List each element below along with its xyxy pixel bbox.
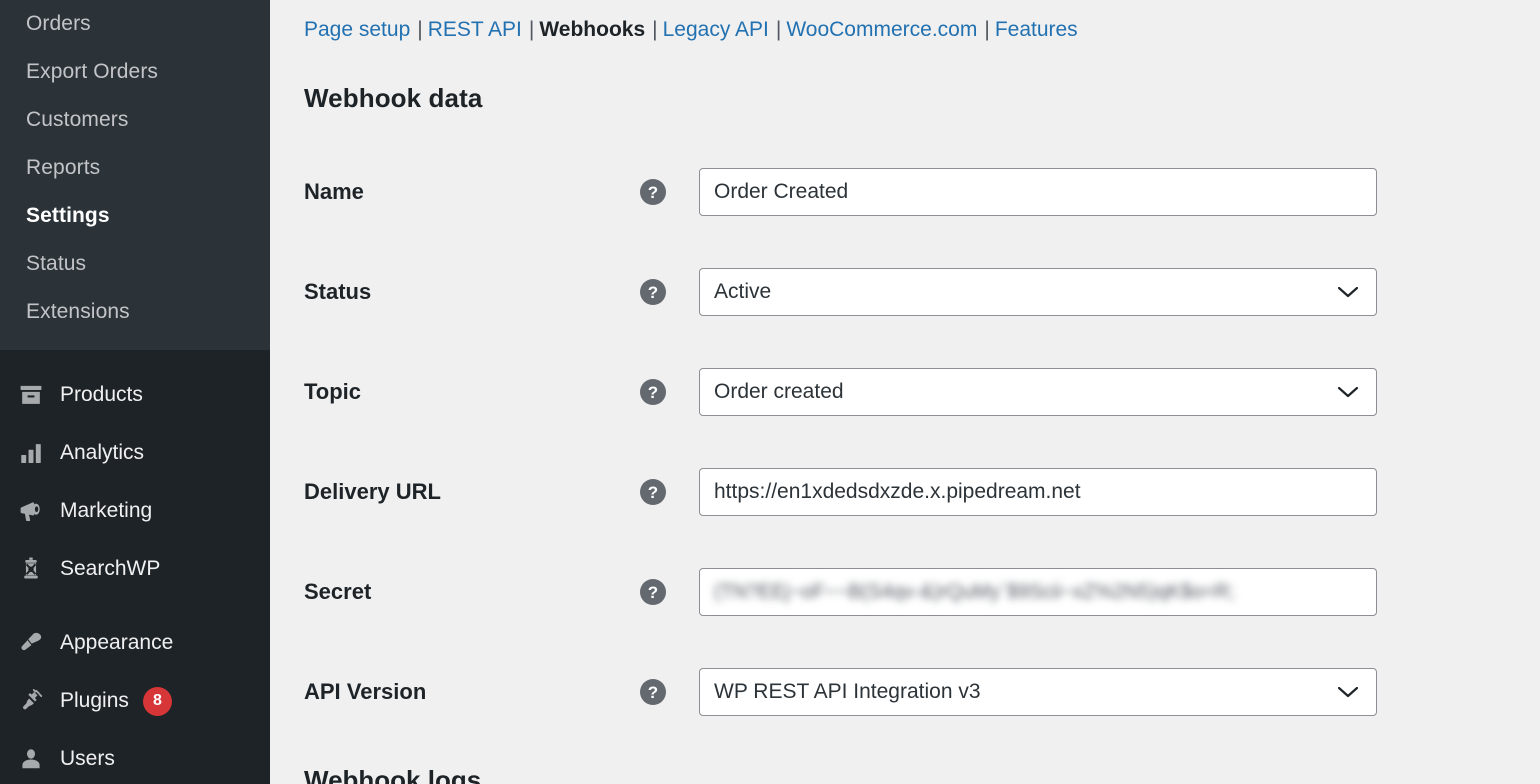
sidebar-item-marketing[interactable]: Marketing	[0, 482, 270, 540]
archive-box-icon	[14, 382, 48, 408]
menu-spacer	[0, 350, 270, 366]
delivery-url-field-wrap: https://en1xdedsdxzde.x.pipedream.net	[699, 468, 1377, 516]
page-title: Webhook data	[304, 83, 1540, 114]
status-label: Status	[270, 279, 636, 305]
topic-select[interactable]: Order created	[699, 368, 1377, 416]
topic-field-wrap: Order created	[699, 368, 1377, 416]
sidebar-item-products[interactable]: Products	[0, 366, 270, 424]
plug-icon	[14, 688, 48, 714]
name-input[interactable]: Order Created	[699, 168, 1377, 216]
help-icon-secret[interactable]: ?	[636, 579, 670, 605]
delivery-url-input[interactable]: https://en1xdedsdxzde.x.pipedream.net	[699, 468, 1377, 516]
sidebar-item-label: Settings	[26, 204, 110, 228]
secret-input[interactable]: (TN?EEj~oF~~B(S4qv-&)rQuMy`$9Scii~xZ%2N5…	[699, 568, 1377, 616]
sidebar-item-label: Customers	[26, 108, 128, 132]
main-content: Page setup|REST API|Webhooks|Legacy API|…	[270, 0, 1540, 784]
subnav-separator: |	[977, 18, 994, 41]
sidebar-item-status[interactable]: Status	[0, 240, 270, 288]
subnav-link-woocommerce-com[interactable]: WooCommerce.com	[786, 18, 977, 41]
help-icon-status[interactable]: ?	[636, 279, 670, 305]
bar-chart-icon	[14, 440, 48, 466]
topic-label: Topic	[270, 379, 636, 405]
paintbrush-icon	[14, 630, 48, 656]
form-row-delivery-url: Delivery URL ? https://en1xdedsdxzde.x.p…	[270, 442, 1540, 542]
status-field-wrap: Active	[699, 268, 1377, 316]
sidebar-item-label: Appearance	[60, 631, 173, 655]
sidebar-item-label: Marketing	[60, 499, 152, 523]
sidebar-item-appearance[interactable]: Appearance	[0, 614, 270, 672]
sidebar-item-label: Reports	[26, 156, 100, 180]
subnav-separator: |	[645, 18, 662, 41]
sidebar-item-label: Extensions	[26, 300, 130, 324]
form-row-name: Name ? Order Created	[270, 142, 1540, 242]
sidebar-item-export-orders[interactable]: Export Orders	[0, 48, 270, 96]
help-icon-api-version[interactable]: ?	[636, 679, 670, 705]
api-version-select[interactable]: WP REST API Integration v3	[699, 668, 1377, 716]
help-icon-delivery-url[interactable]: ?	[636, 479, 670, 505]
admin-sidebar: Orders Export Orders Customers Reports S…	[0, 0, 270, 784]
delivery-url-label: Delivery URL	[270, 479, 636, 505]
megaphone-icon	[14, 498, 48, 524]
name-field-wrap: Order Created	[699, 168, 1377, 216]
lantern-icon	[14, 556, 48, 582]
question-mark-icon: ?	[640, 479, 666, 505]
subnav-link-features[interactable]: Features	[995, 18, 1078, 41]
sidebar-item-label: Users	[60, 747, 115, 771]
woocommerce-submenu: Orders Export Orders Customers Reports S…	[0, 0, 270, 350]
secret-label: Secret	[270, 579, 636, 605]
sidebar-item-label: Orders	[26, 12, 91, 36]
sidebar-item-label: Analytics	[60, 441, 144, 465]
user-icon	[14, 746, 48, 772]
wordpress-admin-screen: Orders Export Orders Customers Reports S…	[0, 0, 1540, 784]
webhook-logs-title: Webhook logs	[304, 765, 481, 784]
question-mark-icon: ?	[640, 679, 666, 705]
help-icon-topic[interactable]: ?	[636, 379, 670, 405]
status-select[interactable]: Active	[699, 268, 1377, 316]
form-row-api-version: API Version ? WP REST API Integration v3	[270, 642, 1540, 742]
sidebar-item-reports[interactable]: Reports	[0, 144, 270, 192]
help-icon-name[interactable]: ?	[636, 179, 670, 205]
subnav-link-page-setup[interactable]: Page setup	[304, 18, 410, 41]
name-label: Name	[270, 179, 636, 205]
question-mark-icon: ?	[640, 179, 666, 205]
sidebar-item-searchwp[interactable]: SearchWP	[0, 540, 270, 598]
api-version-label: API Version	[270, 679, 636, 705]
sidebar-item-orders[interactable]: Orders	[0, 0, 270, 48]
sidebar-item-label: Status	[26, 252, 86, 276]
form-row-secret: Secret ? (TN?EEj~oF~~B(S4qv-&)rQuMy`$9Sc…	[270, 542, 1540, 642]
sidebar-item-label: Plugins	[60, 689, 129, 713]
sidebar-item-customers[interactable]: Customers	[0, 96, 270, 144]
question-mark-icon: ?	[640, 279, 666, 305]
subnav-separator: |	[522, 18, 539, 41]
sidebar-item-extensions[interactable]: Extensions	[0, 288, 270, 336]
subnav-link-rest-api[interactable]: REST API	[428, 18, 522, 41]
subnav-separator: |	[410, 18, 427, 41]
subnav-link-legacy-api[interactable]: Legacy API	[663, 18, 769, 41]
form-row-status: Status ? Active	[270, 242, 1540, 342]
sidebar-item-label: Export Orders	[26, 60, 158, 84]
subnav-separator: |	[769, 18, 786, 41]
subnav-link-webhooks[interactable]: Webhooks	[539, 18, 645, 41]
question-mark-icon: ?	[640, 379, 666, 405]
menu-spacer	[0, 598, 270, 614]
settings-subnav: Page setup|REST API|Webhooks|Legacy API|…	[270, 0, 1540, 43]
sidebar-item-label: Products	[60, 383, 143, 407]
api-version-field-wrap: WP REST API Integration v3	[699, 668, 1377, 716]
sidebar-item-users[interactable]: Users	[0, 730, 270, 784]
sidebar-item-analytics[interactable]: Analytics	[0, 424, 270, 482]
sidebar-item-settings[interactable]: Settings	[0, 192, 270, 240]
form-row-topic: Topic ? Order created	[270, 342, 1540, 442]
sidebar-item-plugins[interactable]: Plugins 8	[0, 672, 270, 730]
secret-redacted-value: (TN?EEj~oF~~B(S4qv-&)rQuMy`$9Scii~xZ%2N5…	[714, 581, 1235, 604]
plugins-update-badge: 8	[143, 687, 172, 716]
sidebar-item-label: SearchWP	[60, 557, 160, 581]
secret-field-wrap: (TN?EEj~oF~~B(S4qv-&)rQuMy`$9Scii~xZ%2N5…	[699, 568, 1377, 616]
webhook-data-form: Name ? Order Created Status ? Active	[270, 142, 1540, 742]
question-mark-icon: ?	[640, 579, 666, 605]
